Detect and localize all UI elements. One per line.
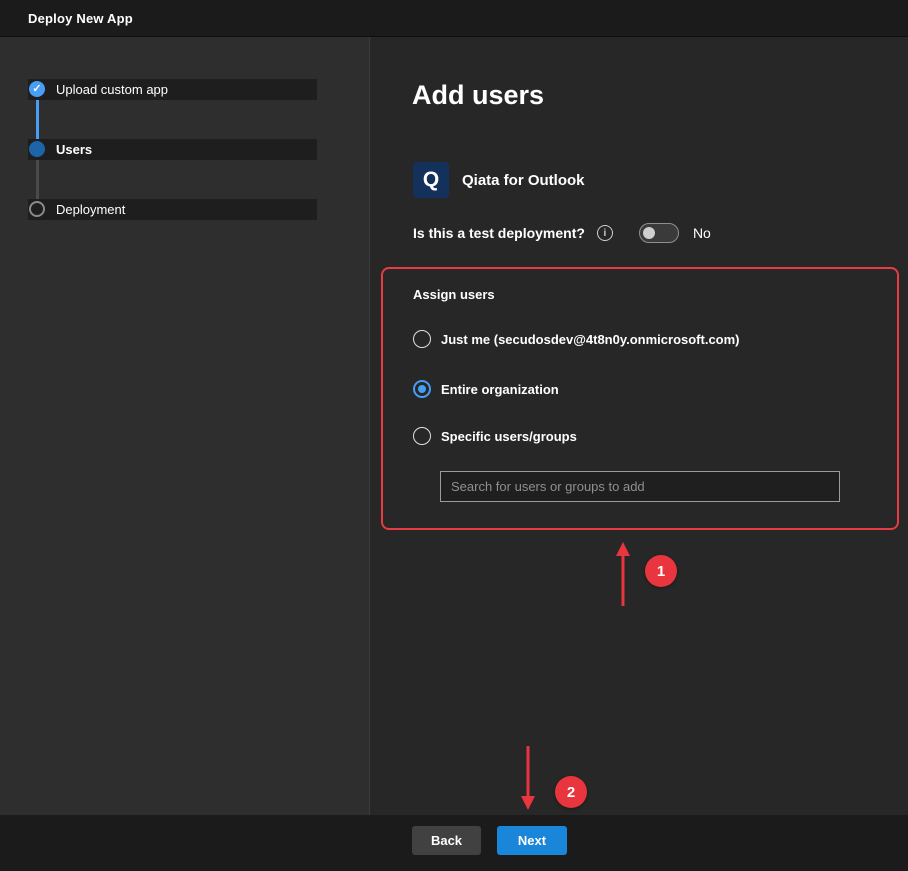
- info-icon[interactable]: i: [597, 225, 613, 241]
- annotation-arrow-up-icon: [613, 540, 633, 610]
- assign-users-label: Assign users: [413, 287, 495, 302]
- radio-label: Just me (secudosdev@4t8n0y.onmicrosoft.c…: [441, 332, 740, 347]
- annotation-badge-2: 2: [555, 776, 587, 808]
- page-title: Add users: [412, 80, 544, 111]
- annotation-arrow-down-icon: [518, 742, 538, 812]
- radio-unselected-icon[interactable]: [413, 330, 431, 348]
- header: Deploy New App: [0, 0, 908, 37]
- app-name: Qiata for Outlook: [462, 172, 585, 189]
- test-deployment-toggle[interactable]: [639, 223, 679, 243]
- stepper-connector-todo: [36, 159, 39, 201]
- next-button[interactable]: Next: [497, 826, 567, 855]
- step-upcoming-circle-icon: [29, 201, 45, 217]
- step-complete-check-icon: ✓: [29, 81, 45, 97]
- stepper-connector-done: [36, 99, 39, 141]
- radio-option-just-me[interactable]: Just me (secudosdev@4t8n0y.onmicrosoft.c…: [413, 330, 740, 348]
- user-group-search-input[interactable]: [440, 471, 840, 502]
- back-button[interactable]: Back: [412, 826, 481, 855]
- app-row: Q Qiata for Outlook: [413, 162, 585, 198]
- radio-unselected-icon[interactable]: [413, 427, 431, 445]
- radio-label: Specific users/groups: [441, 429, 577, 444]
- stepper-panel: Upload custom app ✓ Users Deployment: [0, 37, 370, 815]
- footer-bar: Back Next: [0, 815, 908, 871]
- step-label: Upload custom app: [28, 82, 168, 97]
- stepper-step-users: Users: [28, 139, 317, 160]
- radio-option-entire-organization[interactable]: Entire organization: [413, 380, 559, 398]
- stepper-step-upload-custom-app: Upload custom app: [28, 79, 317, 100]
- radio-option-specific-users-groups[interactable]: Specific users/groups: [413, 427, 577, 445]
- test-deployment-question: Is this a test deployment?: [413, 225, 585, 241]
- radio-selected-icon[interactable]: [413, 380, 431, 398]
- test-deployment-row: Is this a test deployment? i No: [413, 223, 711, 243]
- deploy-new-app-window: Deploy New App Upload custom app ✓ Users…: [0, 0, 908, 871]
- annotation-badge-1: 1: [645, 555, 677, 587]
- page-header-title: Deploy New App: [28, 11, 133, 26]
- radio-label: Entire organization: [441, 382, 559, 397]
- stepper-step-deployment: Deployment: [28, 199, 317, 220]
- qiata-app-icon: Q: [413, 162, 449, 198]
- toggle-knob: [643, 227, 655, 239]
- toggle-value-label: No: [693, 225, 711, 241]
- step-current-circle-icon: [29, 141, 45, 157]
- main-content: Add users Q Qiata for Outlook Is this a …: [371, 37, 908, 815]
